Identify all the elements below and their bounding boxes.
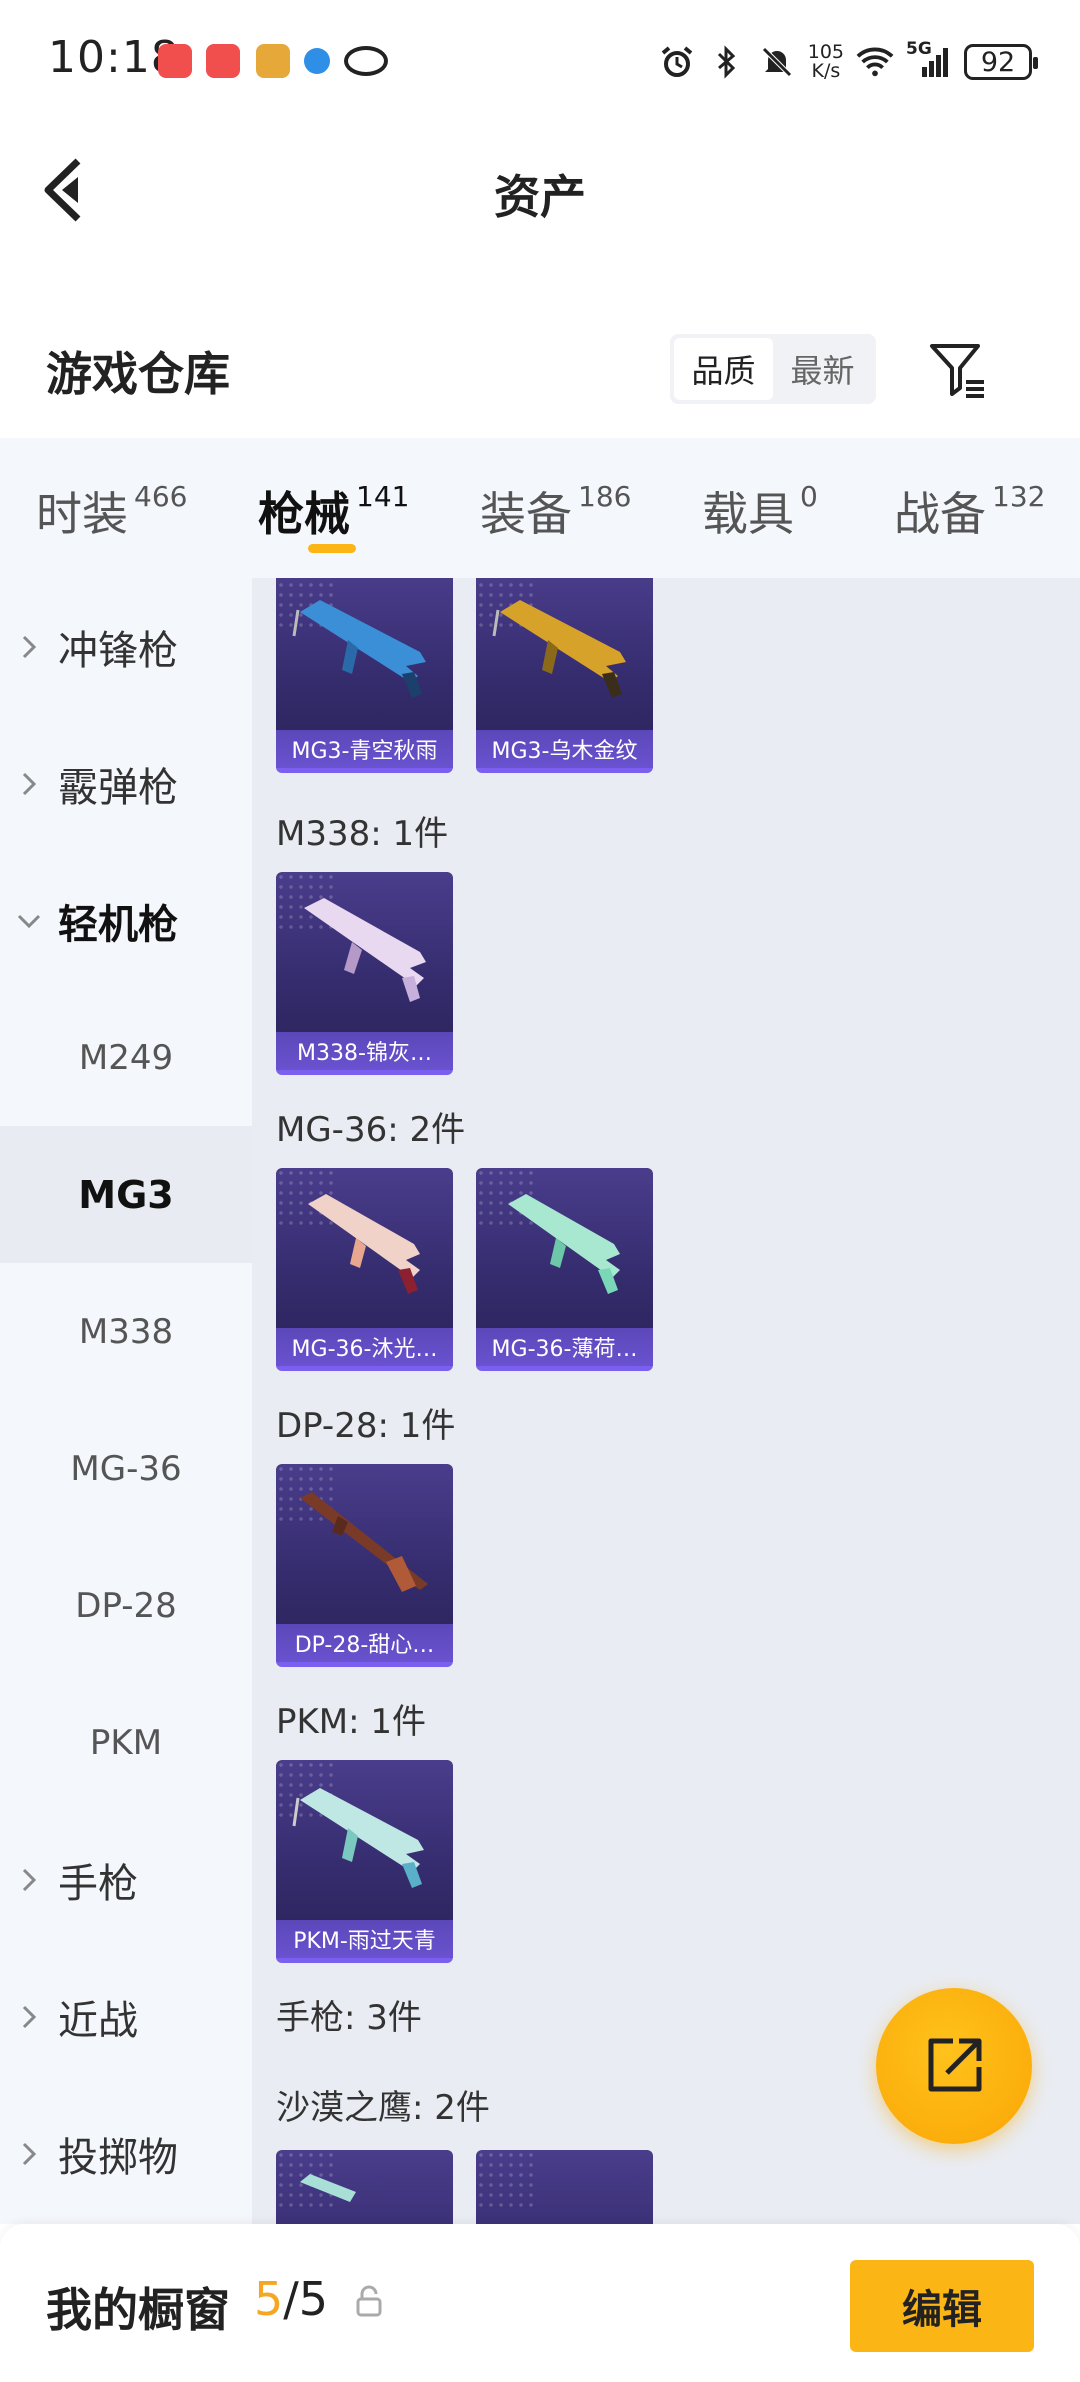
- chevron-down-icon: [0, 912, 58, 930]
- sidebar-item-pistol[interactable]: 手枪: [0, 1811, 252, 1948]
- tab-equipment[interactable]: 装备 186: [480, 478, 631, 544]
- machine-gun-icon: [492, 600, 626, 698]
- weapon-skin-card[interactable]: MG-36-沐光…: [276, 1168, 453, 1371]
- app-notification-icon: [206, 44, 240, 78]
- app-notification-icon: [304, 48, 330, 74]
- sidebar-item-throwables[interactable]: 投掷物: [0, 2085, 252, 2222]
- weapon-skin-card[interactable]: MG-36-薄荷…: [476, 1168, 653, 1371]
- machine-gun-icon: [292, 600, 426, 698]
- sort-option-newest[interactable]: 最新: [773, 338, 872, 400]
- edit-button[interactable]: 编辑: [850, 2260, 1034, 2352]
- weapon-content: MG3-青空秋雨 MG3-乌木金纹 M338: 1件 M338-锦灰… MG-3…: [252, 578, 1080, 2224]
- page-title: 资产: [494, 170, 586, 224]
- share-fab-button[interactable]: [876, 1988, 1032, 2144]
- weapon-group-label: 手枪: 3件: [276, 1998, 422, 2038]
- weapon-skin-card[interactable]: DP-28-甜心…: [276, 1464, 453, 1667]
- weapon-group-label: MG-36: 2件: [276, 1110, 466, 1150]
- external-link-icon: [928, 2038, 982, 2092]
- filter-button[interactable]: [926, 338, 990, 402]
- chevron-right-icon: [0, 2004, 58, 2030]
- chevron-right-icon: [0, 2141, 58, 2167]
- sidebar-subitem-dp28[interactable]: DP-28: [0, 1537, 252, 1674]
- app-notification-icon: [256, 44, 290, 78]
- rifle-icon: [300, 1492, 428, 1592]
- sidebar-subitem-m338[interactable]: M338: [0, 1263, 252, 1400]
- machine-gun-icon: [304, 898, 426, 1002]
- showcase-title: 我的橱窗: [46, 2283, 230, 2337]
- machine-gun-icon: [292, 1788, 424, 1888]
- cellular-signal-icon: 5G: [906, 39, 952, 81]
- weapon-skin-card[interactable]: [476, 2150, 653, 2224]
- sidebar-subitem-pkm[interactable]: PKM: [0, 1674, 252, 1811]
- tab-fashion[interactable]: 时装 466: [36, 478, 187, 544]
- section-title: 游戏仓库: [46, 347, 230, 401]
- filter-icon: [930, 344, 984, 398]
- network-speed: 105 K/s: [807, 41, 844, 82]
- sidebar-subitem-mg3[interactable]: MG3: [0, 1126, 252, 1263]
- tab-firearms[interactable]: 枪械 141: [258, 478, 409, 544]
- weapon-subgroup-label: 沙漠之鹰: 2件: [276, 2088, 490, 2128]
- eye-icon: [344, 46, 388, 76]
- weapon-skin-card[interactable]: PKM-雨过天青: [276, 1760, 453, 1963]
- showcase-bar: 我的橱窗 5/5 编辑: [0, 2224, 1080, 2382]
- bluetooth-icon: [708, 43, 746, 81]
- status-bar: 10:18 105 K/s 5G 92: [0, 0, 1080, 125]
- lock-icon: [356, 2285, 382, 2317]
- category-tabs: 时装 466 枪械 141 装备 186 载具 0 战备 132: [0, 438, 1080, 578]
- weapon-group-label: PKM: 1件: [276, 1702, 427, 1742]
- chevron-right-icon: [0, 634, 58, 660]
- weapon-skin-card[interactable]: M338-锦灰…: [276, 872, 453, 1075]
- sidebar-item-melee[interactable]: 近战: [0, 1948, 252, 2085]
- alarm-icon: [658, 43, 696, 81]
- chevron-right-icon: [0, 771, 58, 797]
- wifi-icon: [856, 43, 894, 81]
- showcase-count: 5/5: [254, 2272, 329, 2326]
- app-notification-icon: [158, 44, 192, 78]
- weapon-sidebar: 冲锋枪 霰弹枪 轻机枪 M249 MG3 M338 MG-36 DP-28 PK…: [0, 578, 252, 2224]
- weapon-skin-card[interactable]: MG3-乌木金纹: [476, 578, 653, 773]
- tab-supplies[interactable]: 战备 132: [894, 478, 1045, 544]
- weapon-group-label: M338: 1件: [276, 814, 449, 854]
- chevron-right-icon: [0, 1867, 58, 1893]
- sidebar-item-lmg[interactable]: 轻机枪: [0, 852, 252, 989]
- mute-icon: [758, 43, 796, 81]
- machine-gun-icon: [308, 1194, 420, 1294]
- pistol-icon: [300, 2174, 356, 2202]
- tab-vehicles[interactable]: 载具 0: [702, 478, 818, 544]
- sidebar-subitem-m249[interactable]: M249: [0, 989, 252, 1126]
- sidebar-subitem-mg36[interactable]: MG-36: [0, 1400, 252, 1537]
- sidebar-item-smg[interactable]: 冲锋枪: [0, 578, 252, 715]
- battery-indicator: 92: [964, 44, 1038, 80]
- machine-gun-icon: [508, 1194, 620, 1294]
- weapon-group-label: DP-28: 1件: [276, 1406, 456, 1446]
- top-nav: 资产: [0, 125, 1080, 255]
- weapon-skin-card[interactable]: MG3-青空秋雨: [276, 578, 453, 773]
- sort-toggle: 品质 最新: [670, 334, 876, 404]
- sidebar-item-shotgun[interactable]: 霰弹枪: [0, 715, 252, 852]
- weapon-skin-card[interactable]: [276, 2150, 453, 2224]
- sort-option-quality[interactable]: 品质: [674, 338, 773, 400]
- active-tab-indicator: [308, 544, 356, 553]
